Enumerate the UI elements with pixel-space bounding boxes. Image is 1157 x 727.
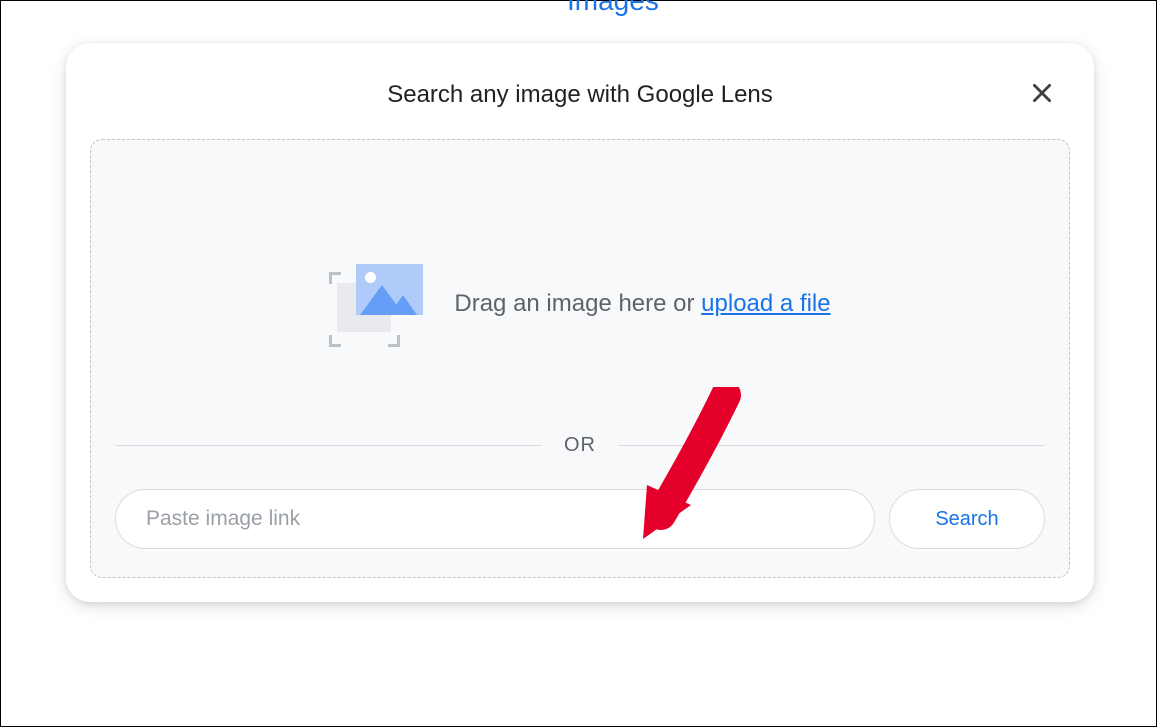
upload-file-link[interactable]: upload a file [701,290,830,317]
header-images-link[interactable]: Images [567,0,659,17]
divider-line-right [618,445,1045,446]
image-link-input[interactable] [115,489,875,549]
drop-instruction: Drag an image here or upload a file [454,290,830,318]
lens-search-modal: Search any image with Google Lens [66,43,1094,602]
drop-area: Drag an image here or upload a file [115,164,1045,434]
divider: OR [115,434,1045,489]
divider-text: OR [542,434,618,457]
close-button[interactable] [1024,75,1060,111]
input-row: Search [115,489,1045,549]
modal-header: Search any image with Google Lens [90,67,1070,139]
drag-text: Drag an image here or [454,290,701,317]
close-icon [1029,80,1055,106]
image-illustration-icon [329,264,424,344]
divider-line-left [115,445,542,446]
search-button[interactable]: Search [889,489,1045,549]
dropzone[interactable]: Drag an image here or upload a file OR S… [90,139,1070,578]
modal-title: Search any image with Google Lens [387,81,773,108]
